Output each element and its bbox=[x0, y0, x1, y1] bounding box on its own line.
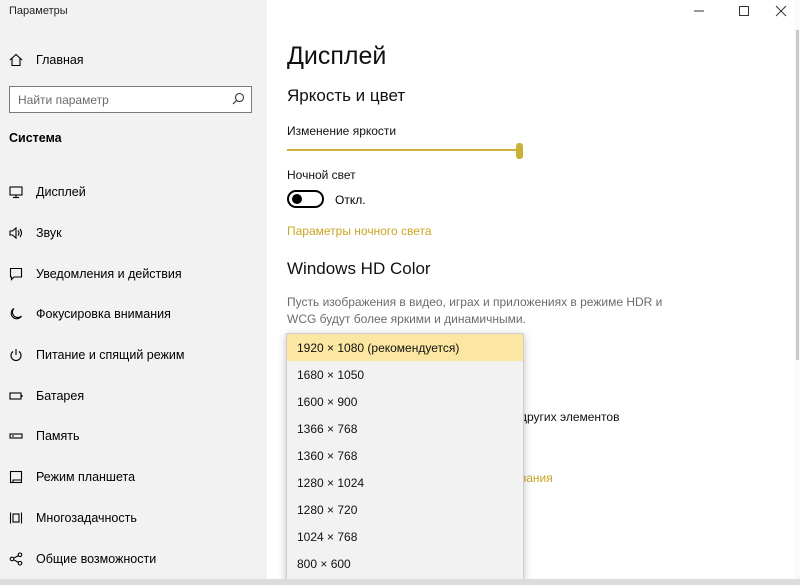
toggle-knob bbox=[292, 194, 302, 204]
search-input[interactable] bbox=[10, 87, 225, 112]
search-icon[interactable] bbox=[232, 92, 245, 105]
speaker-icon bbox=[9, 226, 23, 240]
sidebar-item-shared-experiences[interactable]: Общие возможности bbox=[0, 538, 267, 579]
sidebar-item-label: Фокусировка внимания bbox=[36, 307, 171, 322]
night-light-toggle[interactable] bbox=[287, 190, 324, 208]
home-icon bbox=[9, 53, 23, 67]
sidebar-nav: Дисплей Звук Уведомления и действия Фоку… bbox=[0, 172, 267, 579]
slider-thumb[interactable] bbox=[516, 143, 523, 159]
sidebar-item-display[interactable]: Дисплей bbox=[0, 172, 267, 213]
resolution-option[interactable]: 1366 × 768 bbox=[287, 415, 523, 442]
resolution-dropdown[interactable]: 1920 × 1080 (рекомендуется) 1680 × 1050 … bbox=[286, 333, 524, 581]
sidebar-item-label: Дисплей bbox=[36, 185, 86, 200]
scrollbar-thumb[interactable] bbox=[796, 30, 799, 360]
sidebar-item-label: Звук bbox=[36, 226, 62, 241]
sidebar-item-label: Общие возможности bbox=[36, 551, 157, 566]
brightness-slider[interactable] bbox=[287, 143, 523, 159]
sidebar-item-label: Память bbox=[36, 429, 80, 444]
multitask-icon bbox=[9, 512, 23, 524]
page-title: Дисплей bbox=[287, 42, 387, 70]
slider-track bbox=[287, 149, 519, 151]
notification-icon bbox=[9, 267, 23, 281]
resolution-option[interactable]: 800 × 600 bbox=[287, 550, 523, 577]
sidebar-item-notifications[interactable]: Уведомления и действия bbox=[0, 253, 267, 294]
sidebar-item-label: Батарея bbox=[36, 388, 85, 403]
resolution-option[interactable]: 1024 × 768 bbox=[287, 523, 523, 550]
moon-icon bbox=[10, 308, 22, 320]
resolution-option[interactable]: 1600 × 900 bbox=[287, 388, 523, 415]
hdr-section-title: Windows HD Color bbox=[287, 259, 431, 278]
sidebar-item-sound[interactable]: Звук bbox=[0, 213, 267, 254]
sidebar-item-label: Многозадачность bbox=[36, 510, 137, 525]
resolution-option-selected[interactable]: 1920 × 1080 (рекомендуется) bbox=[287, 334, 523, 361]
partial-link[interactable]: вания bbox=[520, 471, 553, 485]
hdr-description: Пусть изображения в видео, играх и прило… bbox=[287, 295, 663, 326]
sidebar: Параметры Главная Система Дисплей Звук У… bbox=[0, 0, 267, 585]
home-label: Главная bbox=[36, 53, 84, 67]
sidebar-item-label: Режим планшета bbox=[36, 470, 136, 485]
sidebar-item-label: Питание и спящий режим bbox=[36, 348, 185, 363]
home-link[interactable]: Главная bbox=[9, 50, 84, 70]
sidebar-item-focus[interactable]: Фокусировка внимания bbox=[0, 294, 267, 335]
battery-icon bbox=[9, 392, 23, 400]
night-light-state: Откл. bbox=[335, 193, 366, 207]
brightness-section-title: Яркость и цвет bbox=[287, 86, 406, 105]
vertical-scrollbar[interactable] bbox=[794, 0, 800, 579]
partial-text: других элементов bbox=[520, 410, 620, 424]
horizontal-scrollbar[interactable] bbox=[0, 579, 800, 585]
sidebar-item-label: Уведомления и действия bbox=[36, 266, 182, 281]
app-title: Параметры bbox=[9, 5, 68, 17]
monitor-icon bbox=[9, 186, 23, 199]
share-icon bbox=[9, 551, 23, 566]
sidebar-item-battery[interactable]: Батарея bbox=[0, 375, 267, 416]
sidebar-item-storage[interactable]: Память bbox=[0, 416, 267, 457]
sidebar-item-power[interactable]: Питание и спящий режим bbox=[0, 335, 267, 376]
resolution-option[interactable]: 1360 × 768 bbox=[287, 442, 523, 469]
section-title: Система bbox=[9, 131, 62, 145]
storage-icon bbox=[9, 433, 23, 440]
search-box[interactable] bbox=[9, 86, 252, 113]
tablet-icon bbox=[9, 471, 23, 484]
brightness-label: Изменение яркости bbox=[287, 124, 397, 138]
sidebar-item-multitasking[interactable]: Многозадачность bbox=[0, 498, 267, 539]
night-light-settings-link[interactable]: Параметры ночного света bbox=[287, 224, 432, 238]
sidebar-item-tablet[interactable]: Режим планшета bbox=[0, 457, 267, 498]
night-light-label: Ночной свет bbox=[287, 168, 356, 182]
resolution-option[interactable]: 1280 × 1024 bbox=[287, 469, 523, 496]
resolution-option[interactable]: 1280 × 720 bbox=[287, 496, 523, 523]
resolution-option[interactable]: 1680 × 1050 bbox=[287, 361, 523, 388]
power-icon bbox=[10, 349, 22, 362]
